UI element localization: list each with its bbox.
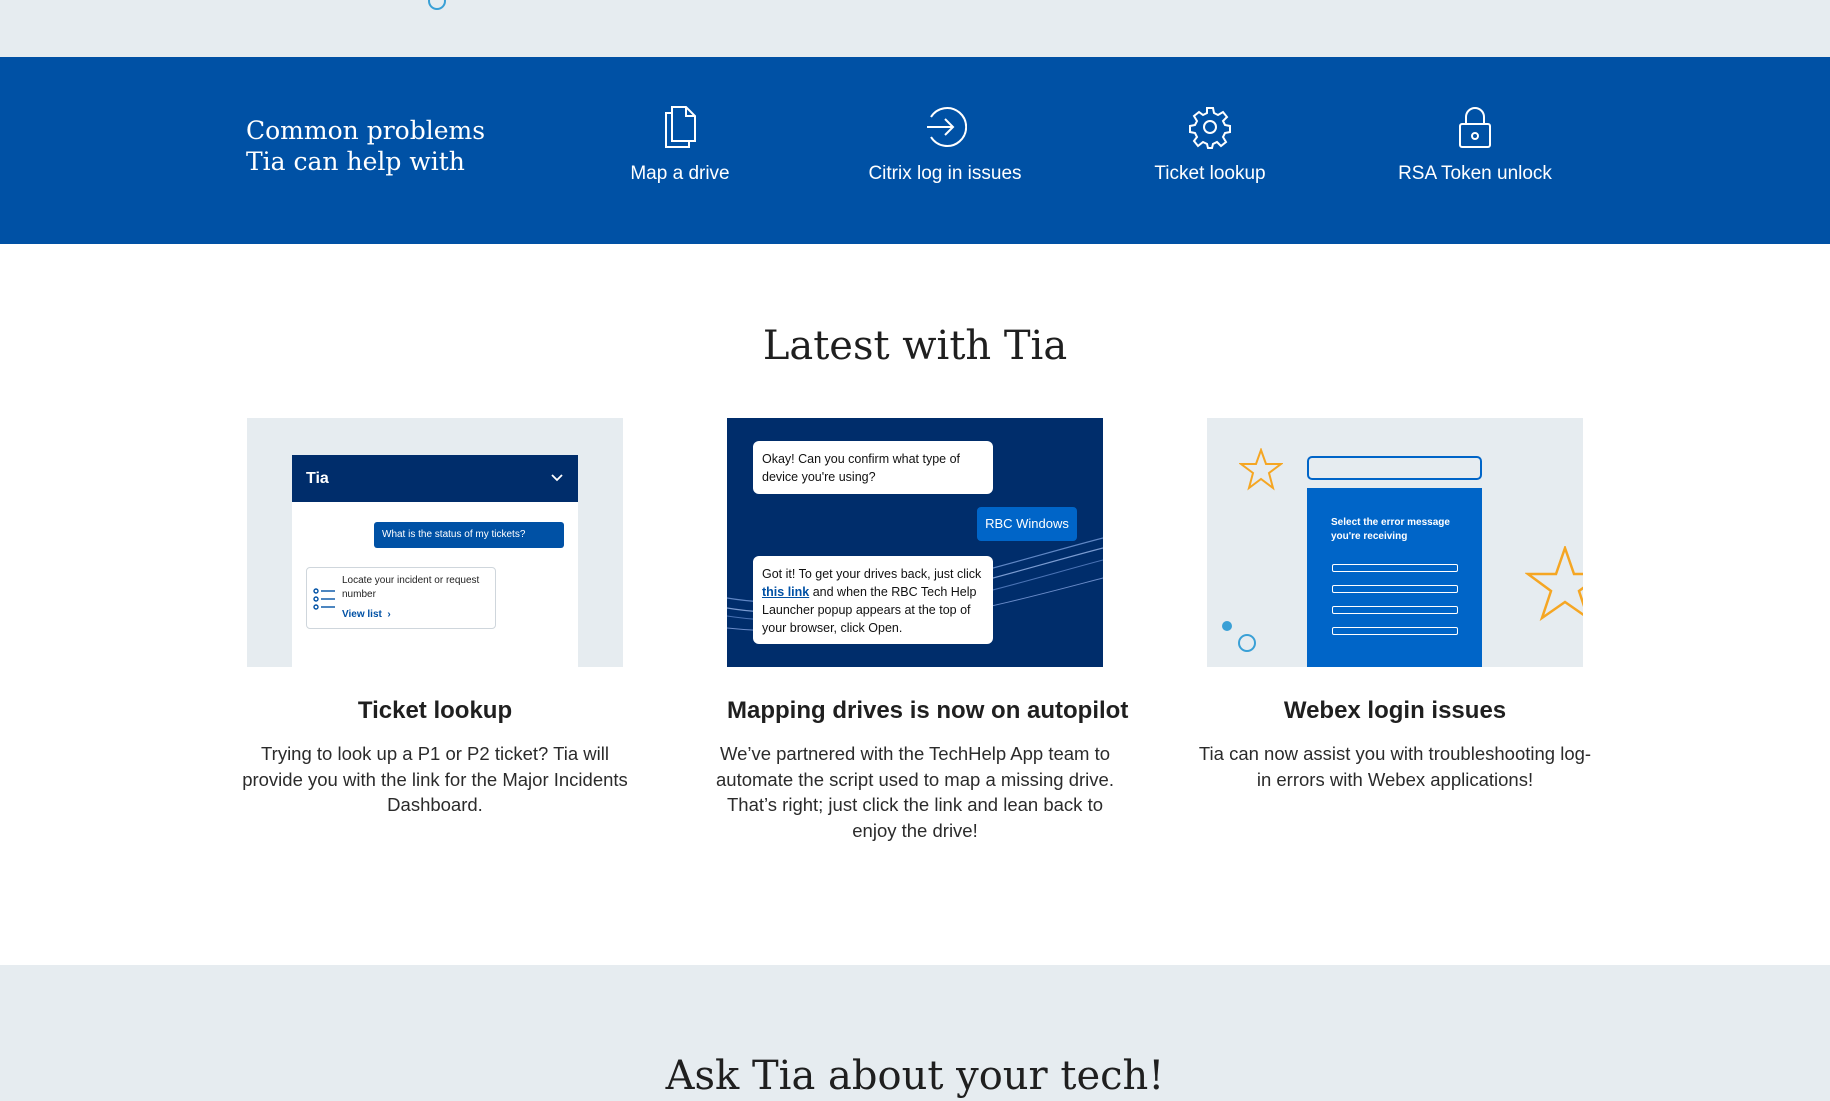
this-link: this link — [762, 585, 810, 599]
card-body: Tia can now assist you with troubleshoot… — [1198, 743, 1592, 790]
card-heading: Ticket lookup — [357, 697, 513, 724]
quick-link-label: RSA Token unlock — [1398, 163, 1552, 184]
decorative-ring — [428, 0, 446, 10]
card-webex-login[interactable]: Select the error message you're receivin… — [1199, 418, 1591, 792]
login-arrow-icon — [825, 105, 1065, 149]
option-bar — [1332, 585, 1458, 593]
bot-message: Okay! Can you confirm what type of devic… — [753, 441, 993, 494]
bot-message-with-link: Got it! To get your drives back, just cl… — [753, 556, 993, 644]
gear-icon — [1090, 105, 1330, 149]
list-icon — [313, 587, 337, 618]
card-heading: Mapping drives is now on autopilot — [727, 697, 1129, 724]
common-problems-band: Common problems Tia can help with Map a … — [0, 57, 1830, 244]
card-body: We’ve partnered with the TechHelp App te… — [716, 743, 1114, 841]
chat-header: Tia — [292, 455, 578, 502]
star-icon — [1525, 546, 1583, 622]
option-bar — [1332, 627, 1458, 635]
card-body: Trying to look up a P1 or P2 ticket? Tia… — [242, 743, 628, 815]
band-title-line1: Common problems — [246, 116, 486, 145]
ask-tia-section: Ask Tia about your tech! — [0, 965, 1830, 1101]
chat-header-title: Tia — [306, 470, 329, 487]
latest-title: Latest with Tia — [762, 323, 1068, 369]
response-card-text: Locate your incident or request number — [342, 575, 480, 600]
band-title: Common problems Tia can help with — [246, 115, 485, 177]
user-reply-bubble: RBC Windows — [977, 507, 1077, 541]
quick-link-citrix[interactable]: Citrix log in issues — [825, 105, 1065, 185]
card-thumbnail: Tia What is the status of my tickets? Lo… — [247, 418, 623, 667]
chat-window-mock: Tia What is the status of my tickets? Lo… — [292, 455, 578, 667]
star-icon — [1239, 448, 1283, 491]
top-strip — [0, 0, 1830, 57]
quick-link-label: Citrix log in issues — [868, 163, 1022, 184]
user-message-bubble: What is the status of my tickets? — [374, 522, 564, 548]
response-card: Locate your incident or request number V… — [306, 567, 496, 629]
card-mapping-drives[interactable]: Okay! Can you confirm what type of devic… — [716, 418, 1129, 843]
document-icon — [560, 105, 800, 149]
card-thumbnail: Okay! Can you confirm what type of devic… — [727, 418, 1103, 667]
error-panel-mock: Select the error message you're receivin… — [1307, 488, 1482, 667]
chevron-down-icon — [550, 455, 564, 521]
lock-icon — [1355, 105, 1595, 149]
card-ticket-lookup[interactable]: Tia What is the status of my tickets? Lo… — [242, 418, 628, 818]
quick-link-ticket-lookup[interactable]: Ticket lookup — [1090, 105, 1330, 185]
view-list-label: View list — [342, 609, 382, 620]
quick-link-map-drive[interactable]: Map a drive — [560, 105, 800, 185]
quick-link-label: Map a drive — [630, 163, 730, 184]
quick-link-label: Ticket lookup — [1154, 163, 1266, 184]
quick-link-rsa-unlock[interactable]: RSA Token unlock — [1355, 105, 1595, 185]
window-tab-mock — [1307, 456, 1482, 480]
chevron-right-icon: › — [384, 609, 391, 620]
option-bar — [1332, 606, 1458, 614]
option-bar — [1332, 564, 1458, 572]
card-heading: Webex login issues — [1283, 697, 1507, 724]
band-title-line2: Tia can help with — [246, 147, 465, 176]
view-list-link: View list › — [342, 609, 391, 620]
ask-tia-title: Ask Tia about your tech! — [665, 1053, 1165, 1099]
decorative-dots — [1222, 621, 1256, 652]
message-text: Got it! To get your drives back, just cl… — [762, 567, 982, 581]
card-thumbnail: Select the error message you're receivin… — [1207, 418, 1583, 667]
panel-text: Select the error message you're receivin… — [1331, 517, 1450, 542]
